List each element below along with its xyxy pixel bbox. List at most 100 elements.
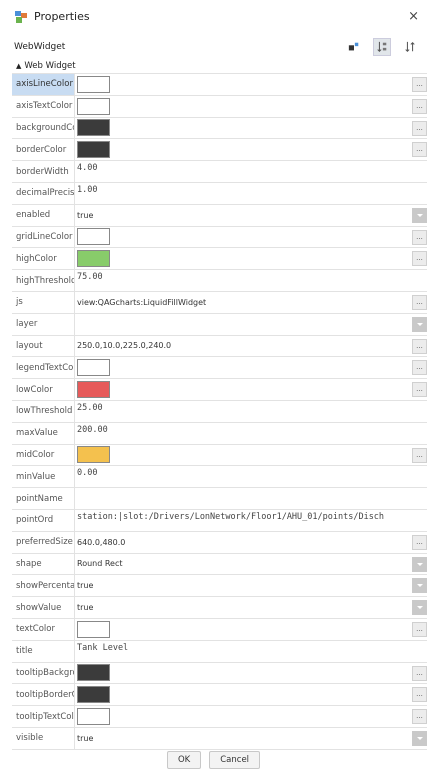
property-value[interactable]: Round Rect [75,554,427,575]
property-value[interactable]: true [75,575,427,596]
property-value[interactable] [75,488,427,509]
property-row[interactable]: axisLineColor... [12,74,427,96]
edit-button[interactable]: ... [412,338,427,354]
color-swatch[interactable] [77,250,110,268]
dropdown-arrow-icon[interactable] [412,556,427,572]
property-value[interactable]: 250.0,10.0,225.0,240.0... [75,336,427,357]
property-value[interactable]: station:|slot:/Drivers/LonNetwork/Floor1… [75,510,427,531]
edit-button[interactable]: ... [412,534,427,550]
property-row[interactable]: axisTextColor... [12,95,427,118]
dropdown-arrow-icon[interactable] [412,578,427,594]
property-value[interactable]: ... [75,445,427,466]
property-row[interactable]: shape Round Rect [12,553,427,576]
property-row[interactable]: borderColor... [12,139,427,162]
property-value-text[interactable]: station:|slot:/Drivers/LonNetwork/Floor1… [77,512,384,522]
property-value-text[interactable]: true [77,211,93,220]
color-swatch[interactable] [77,708,110,725]
edit-button[interactable]: ... [412,98,427,114]
property-value[interactable]: 1.00 [75,183,427,204]
property-value[interactable]: ... [75,357,427,378]
property-value-text[interactable]: 640.0,480.0 [77,538,125,547]
property-value[interactable]: ... [75,248,427,269]
property-value[interactable] [75,314,427,335]
edit-button[interactable]: ... [412,447,427,463]
edit-button[interactable]: ... [412,120,427,136]
property-value[interactable]: 0.00 [75,466,427,487]
color-swatch[interactable] [77,228,110,246]
grid-view-icon[interactable] [345,38,363,56]
property-value[interactable]: ... [75,139,427,160]
property-value-text[interactable]: 200.00 [77,425,108,435]
edit-button[interactable]: ... [412,360,427,376]
property-value-text[interactable]: true [77,734,93,743]
property-row[interactable]: enabled true [12,204,427,227]
edit-button[interactable]: ... [412,229,427,245]
property-row[interactable]: lowThreshold 25.00 [12,400,427,423]
property-value-text[interactable]: true [77,581,93,590]
property-row[interactable]: tooltipBackgroundColor... [12,662,427,685]
property-row[interactable]: tooltipTextColor... [12,706,427,728]
dropdown-arrow-icon[interactable] [412,730,427,746]
property-row[interactable]: showPercentagetrue [12,575,427,598]
property-value-text[interactable]: view:QAGcharts:LiquidFillWidget [77,298,206,307]
property-row[interactable]: js view:QAGcharts:LiquidFillWidget... [12,291,427,314]
ok-button[interactable]: OK [166,751,202,769]
property-value[interactable]: true [75,728,427,749]
group-header[interactable]: ▲ Web Widget [0,60,427,72]
property-value[interactable]: true [75,597,427,618]
property-value-text[interactable]: Round Rect [77,559,123,568]
edit-button[interactable]: ... [412,687,427,703]
property-value[interactable]: ... [75,706,427,727]
dropdown-arrow-icon[interactable] [412,207,427,223]
property-value[interactable]: ... [75,96,427,117]
property-value[interactable]: ... [75,663,427,684]
property-value[interactable]: ... [75,684,427,705]
property-row[interactable]: legendTextColor... [12,357,427,380]
property-row[interactable]: backgroundColor... [12,117,427,140]
edit-button[interactable]: ... [412,621,427,637]
dropdown-arrow-icon[interactable] [412,600,427,616]
edit-button[interactable]: ... [412,665,427,681]
property-row[interactable]: preferredSize 640.0,480.0... [12,531,427,554]
color-swatch[interactable] [77,381,110,399]
color-swatch[interactable] [77,141,110,159]
property-row[interactable]: tooltipBorderColor... [12,684,427,707]
cancel-button[interactable]: Cancel [209,751,261,769]
color-swatch[interactable] [77,664,110,682]
property-row[interactable]: pointName [12,488,427,510]
edit-button[interactable]: ... [412,382,427,398]
property-value-text[interactable]: 0.00 [77,468,97,478]
property-row[interactable]: minValue 0.00 [12,466,427,489]
property-value[interactable]: 200.00 [75,423,427,444]
color-swatch[interactable] [77,97,110,115]
property-value-text[interactable]: true [77,603,93,612]
property-value[interactable]: Tank Level [75,641,427,662]
property-value[interactable]: 75.00 [75,270,427,291]
property-value[interactable]: view:QAGcharts:LiquidFillWidget... [75,292,427,313]
property-row[interactable]: visible true [12,727,427,750]
color-swatch[interactable] [77,75,110,93]
edit-button[interactable]: ... [412,294,427,310]
color-swatch[interactable] [77,446,110,464]
property-value-text[interactable]: 75.00 [77,272,103,282]
color-swatch[interactable] [77,119,110,137]
sort-az-icon[interactable] [373,37,391,56]
property-value[interactable]: ... [75,379,427,400]
property-row[interactable]: title Tank Level [12,640,427,663]
property-value-text[interactable]: 4.00 [77,163,97,173]
property-value[interactable]: 640.0,480.0... [75,532,427,553]
color-swatch[interactable] [77,620,110,638]
property-value[interactable]: true [75,205,427,226]
property-value[interactable]: ... [75,227,427,248]
property-value-text[interactable]: 250.0,10.0,225.0,240.0 [77,341,171,350]
property-value-text[interactable]: 1.00 [77,185,97,195]
property-row[interactable]: decimalPrecision1.00 [12,182,427,205]
property-row[interactable]: highThreshold 75.00 [12,270,427,292]
property-value[interactable]: ... [75,619,427,640]
color-swatch[interactable] [77,359,110,377]
collapse-caret-icon[interactable]: ▲ [16,62,21,70]
property-value[interactable]: ... [75,74,427,95]
property-value-text[interactable]: 25.00 [77,403,103,413]
property-value[interactable]: 25.00 [75,401,427,422]
property-row[interactable]: borderWidth 4.00 [12,161,427,183]
